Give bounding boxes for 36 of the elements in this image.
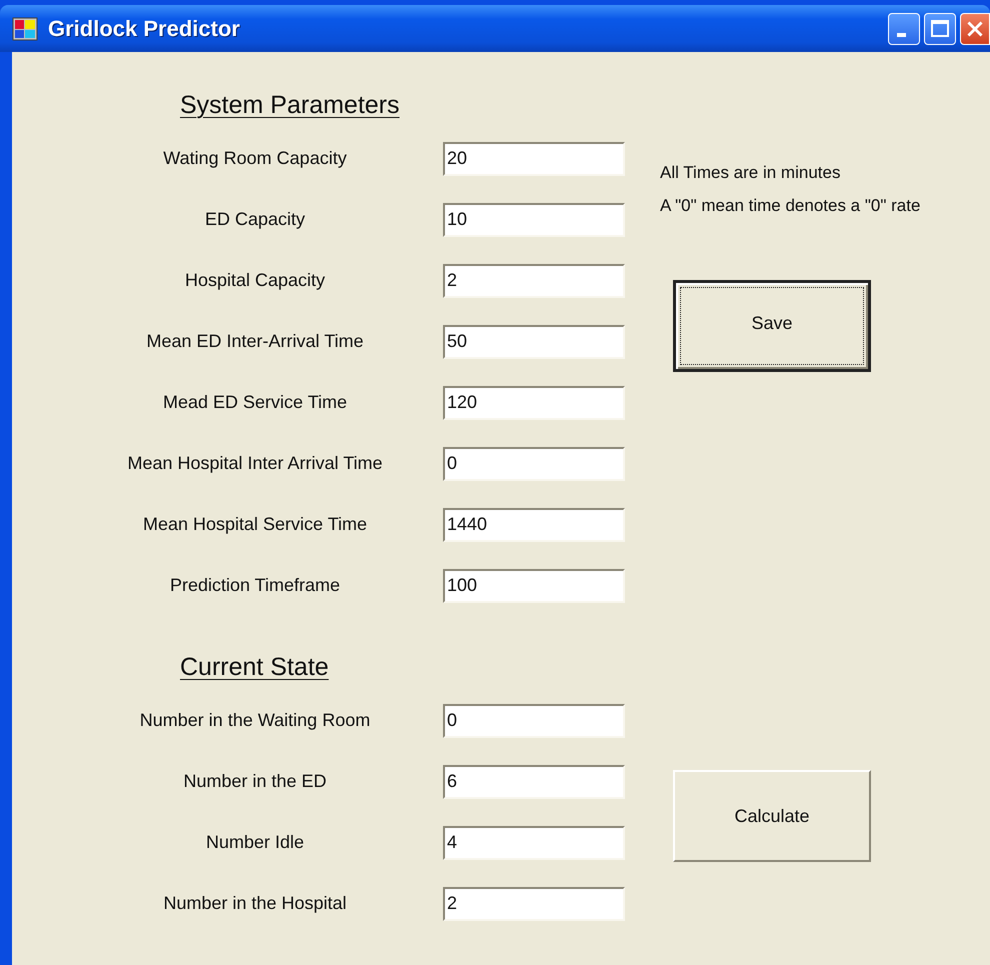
input-field[interactable]: 6 <box>443 764 625 798</box>
input-field[interactable]: 50 <box>443 324 625 358</box>
field-label: Number Idle <box>204 832 306 853</box>
minimize-button[interactable] <box>888 12 920 44</box>
input-field[interactable]: 0 <box>443 446 625 480</box>
field-label: Number in the Hospital <box>162 893 348 914</box>
section-heading: System Parameters <box>180 90 400 120</box>
field-label: Mean ED Inter-Arrival Time <box>145 331 365 352</box>
window-title: Gridlock Predictor <box>48 16 240 42</box>
section-heading: Current State <box>180 652 329 682</box>
action-button[interactable]: Save <box>673 280 871 372</box>
field-label: Prediction Timeframe <box>168 575 342 596</box>
info-note: All Times are in minutes <box>660 162 842 184</box>
field-label: Hospital Capacity <box>184 270 326 291</box>
input-field[interactable]: 0 <box>443 704 625 738</box>
maximize-button[interactable] <box>924 12 956 44</box>
input-field[interactable]: 4 <box>443 826 625 860</box>
input-field[interactable]: 20 <box>443 142 625 176</box>
field-label: Wating Room Capacity <box>162 148 348 169</box>
field-label: Number in the ED <box>182 771 328 792</box>
input-field[interactable]: 2 <box>443 264 625 298</box>
input-field[interactable]: 2 <box>443 886 625 920</box>
minimize-icon <box>896 32 906 36</box>
info-note: A "0" mean time denotes a "0" rate <box>660 195 920 217</box>
action-button[interactable]: Calculate <box>673 770 871 862</box>
input-field[interactable]: 100 <box>443 568 625 602</box>
input-field[interactable]: 1440 <box>443 508 625 542</box>
field-label: Mean Hospital Inter Arrival Time <box>126 453 384 474</box>
input-field[interactable]: 120 <box>443 386 625 420</box>
app-icon <box>12 16 38 40</box>
field-label: ED Capacity <box>204 209 306 230</box>
close-button[interactable] <box>960 12 990 44</box>
field-label: Number in the Waiting Room <box>138 710 372 731</box>
field-label: Mead ED Service Time <box>162 392 348 413</box>
input-field[interactable]: 10 <box>443 202 625 236</box>
field-label: Mean Hospital Service Time <box>142 514 368 535</box>
